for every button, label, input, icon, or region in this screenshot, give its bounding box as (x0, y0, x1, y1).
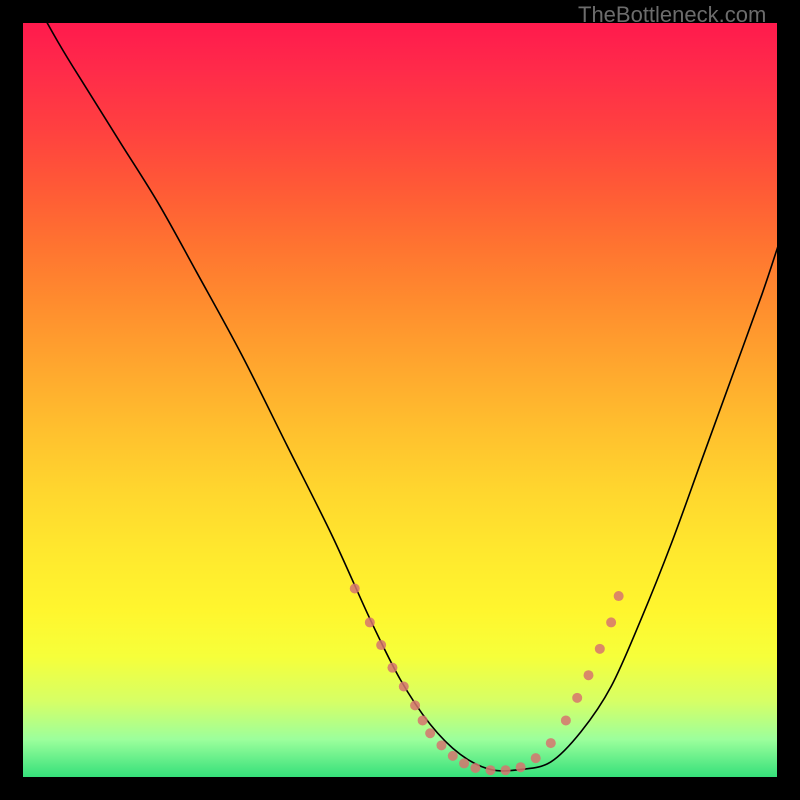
bottleneck-curve (23, 23, 777, 771)
scatter-dot (448, 751, 458, 761)
scatter-dot (376, 640, 386, 650)
scatter-dot (399, 682, 409, 692)
scatter-dot (436, 740, 446, 750)
scatter-dot (425, 728, 435, 738)
scatter-dot (531, 753, 541, 763)
scatter-dot (410, 700, 420, 710)
scatter-dot (561, 715, 571, 725)
watermark-text: TheBottleneck.com (578, 2, 766, 28)
curve-layer (23, 23, 777, 777)
scatter-dot (418, 715, 428, 725)
scatter-dot (546, 738, 556, 748)
scatter-dot (387, 663, 397, 673)
scatter-dot (470, 763, 480, 773)
scatter-dot (350, 584, 360, 594)
scatter-dot (365, 617, 375, 627)
scatter-dot (614, 591, 624, 601)
scatter-dot (572, 693, 582, 703)
scatter-dot (606, 617, 616, 627)
scatter-dot (595, 644, 605, 654)
scatter-dot (516, 762, 526, 772)
scatter-dot (501, 765, 511, 775)
scatter-dot (485, 765, 495, 775)
scatter-dot (584, 670, 594, 680)
chart-frame: TheBottleneck.com (0, 0, 800, 800)
scatter-marks (350, 584, 624, 776)
plot-area (23, 23, 777, 777)
scatter-dot (459, 758, 469, 768)
